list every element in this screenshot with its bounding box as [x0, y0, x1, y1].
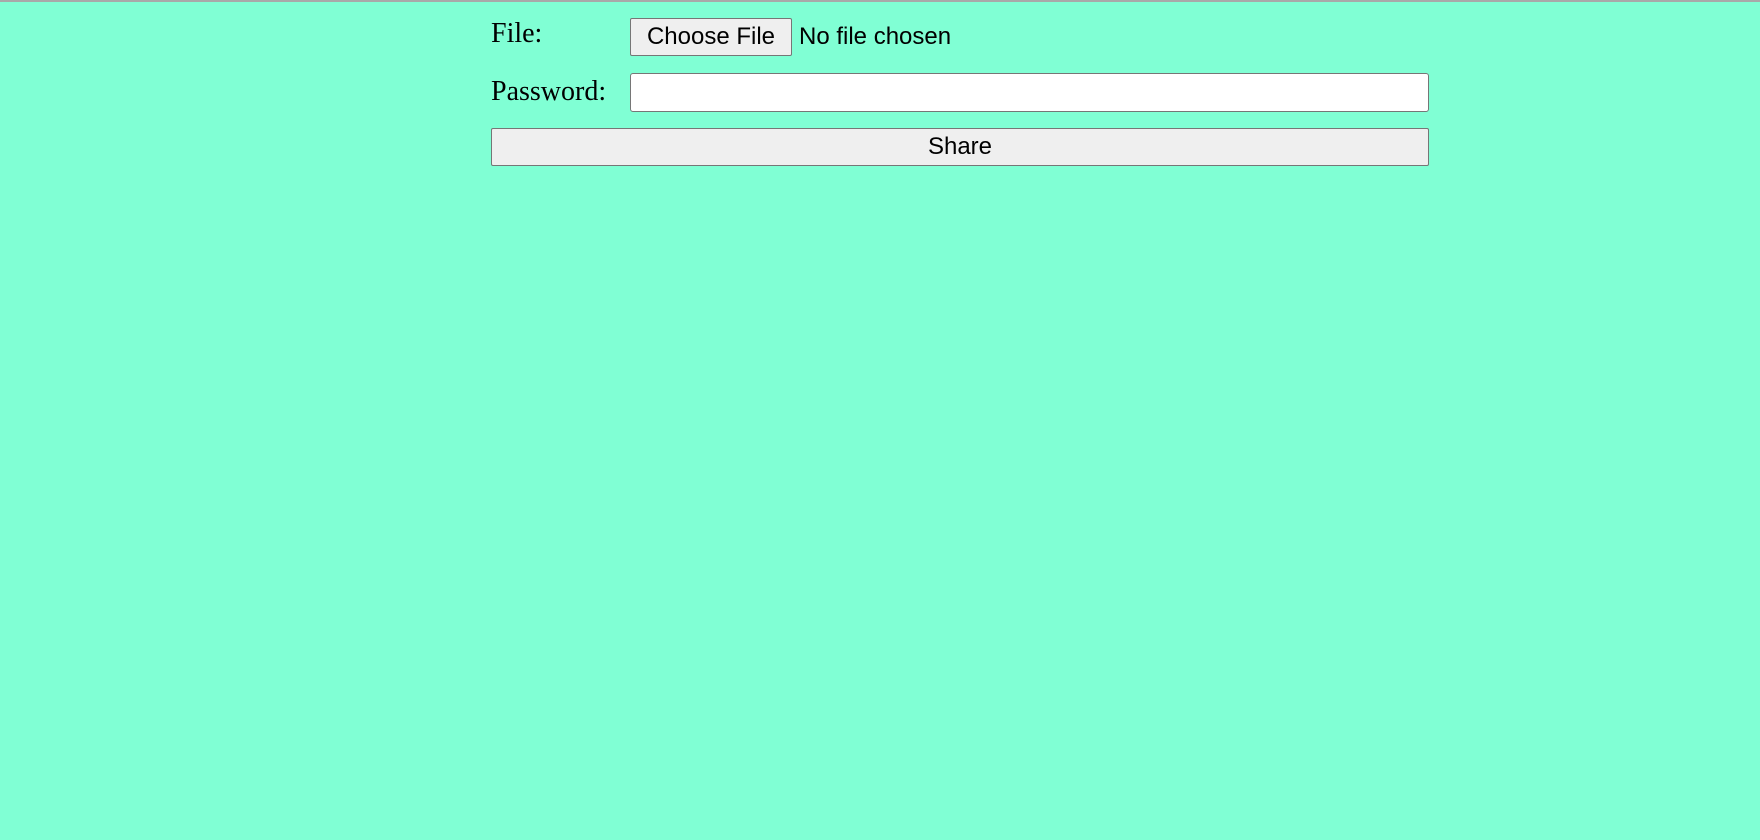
file-status-text: No file chosen: [799, 23, 952, 50]
password-row: Password:: [491, 72, 1429, 112]
file-row: File: Choose File No file chosen: [491, 18, 1429, 56]
top-border-line: [0, 0, 1760, 2]
choose-file-button[interactable]: Choose File: [630, 18, 792, 56]
share-button[interactable]: Share: [491, 128, 1429, 166]
share-form: File: Choose File No file chosen Passwor…: [491, 18, 1429, 166]
file-label: File:: [491, 18, 543, 49]
password-label: Password:: [491, 76, 607, 107]
password-input[interactable]: [630, 72, 1429, 112]
